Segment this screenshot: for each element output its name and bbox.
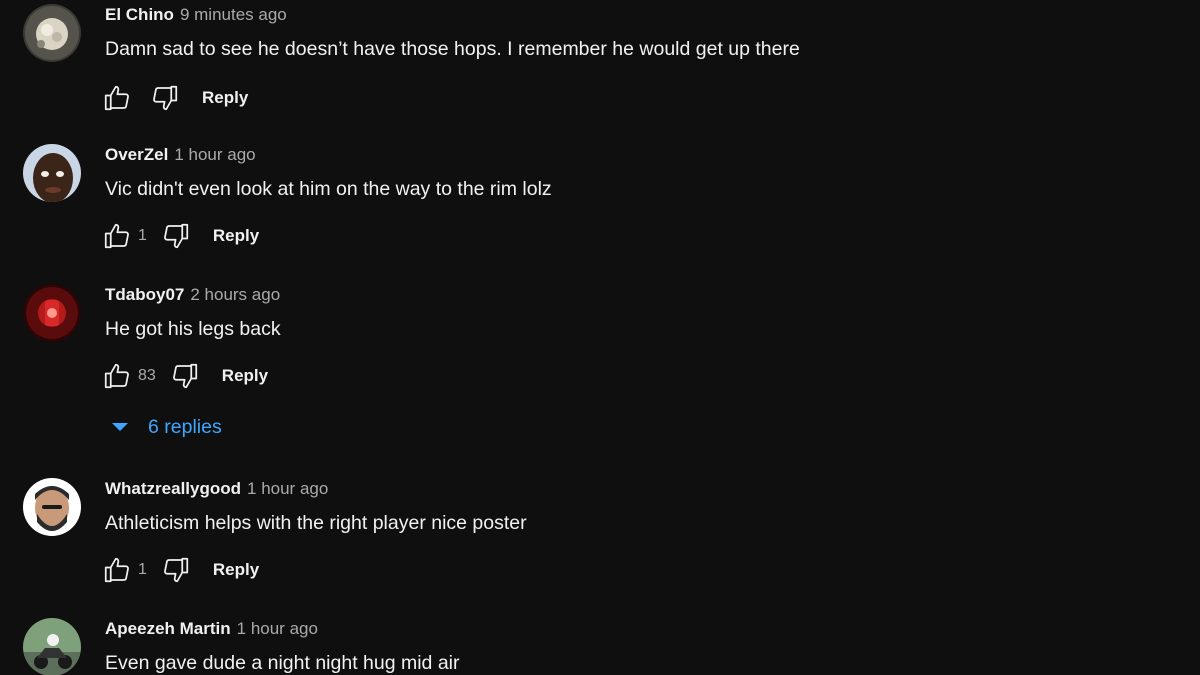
comment-author[interactable]: Apeezeh Martin <box>105 619 231 638</box>
comment-timestamp[interactable]: 1 hour ago <box>247 479 328 498</box>
thumbs-down-icon <box>172 363 197 389</box>
avatar[interactable] <box>23 618 81 675</box>
thumbs-down-icon <box>163 557 189 583</box>
comment-timestamp[interactable]: 1 hour ago <box>237 619 318 638</box>
comment-header: OverZel 1 hour ago <box>105 144 256 166</box>
caret-down-icon <box>112 423 128 431</box>
thumbs-down-icon <box>153 85 178 111</box>
comment-timestamp[interactable]: 2 hours ago <box>190 285 280 304</box>
thumbs-up-icon <box>104 223 129 249</box>
reply-button[interactable]: Reply <box>222 366 268 386</box>
comment-author[interactable]: OverZel <box>105 145 168 164</box>
thumbs-up-icon <box>104 557 129 583</box>
replies-count-label: 6 replies <box>148 415 222 438</box>
thumbs-down-icon <box>163 223 189 249</box>
like-count: 1 <box>138 561 147 578</box>
comment-text: Athleticism helps with the right player … <box>105 512 527 534</box>
like-button[interactable] <box>100 554 134 586</box>
like-button[interactable] <box>100 360 134 392</box>
view-replies-button[interactable]: 6 replies <box>112 412 222 442</box>
dislike-button[interactable] <box>159 554 193 586</box>
comment-header: Tdaboy07 2 hours ago <box>105 284 280 306</box>
like-count: 1 <box>138 227 147 244</box>
comment-actions: 1 Reply <box>100 220 259 252</box>
comment-author[interactable]: Tdaboy07 <box>105 285 184 304</box>
dislike-button[interactable] <box>168 360 202 392</box>
avatar[interactable] <box>23 4 81 62</box>
comment-text: Damn sad to see he doesn’t have those ho… <box>105 38 800 60</box>
avatar[interactable] <box>23 284 81 342</box>
dislike-button[interactable] <box>159 220 193 252</box>
reply-button[interactable]: Reply <box>213 226 259 246</box>
like-button[interactable] <box>100 82 134 114</box>
comment-text: Even gave dude a night night hug mid air <box>105 652 460 674</box>
comment-header: El Chino 9 minutes ago <box>105 4 287 26</box>
comment-actions: 83 Reply <box>100 360 268 392</box>
comment-author[interactable]: El Chino <box>105 5 174 24</box>
comments-section: El Chino 9 minutes ago Damn sad to see he… <box>0 0 1200 675</box>
comment-author[interactable]: Whatzreallygood <box>105 479 241 498</box>
avatar[interactable] <box>23 144 81 202</box>
thumbs-up-icon <box>104 85 129 111</box>
avatar[interactable] <box>23 478 81 536</box>
reply-button[interactable]: Reply <box>202 88 248 108</box>
comment-actions: 1 Reply <box>100 554 259 586</box>
comment-actions: Reply <box>100 82 248 114</box>
comment-timestamp[interactable]: 1 hour ago <box>174 145 255 164</box>
reply-button[interactable]: Reply <box>213 560 259 580</box>
thumbs-up-icon <box>104 363 129 389</box>
like-count: 83 <box>138 367 156 384</box>
comment-header: Apeezeh Martin 1 hour ago <box>105 618 318 640</box>
dislike-button[interactable] <box>148 82 182 114</box>
like-button[interactable] <box>100 220 134 252</box>
comment-text: Vic didn't even look at him on the way t… <box>105 178 552 200</box>
comment-timestamp[interactable]: 9 minutes ago <box>180 5 287 24</box>
comment-text: He got his legs back <box>105 318 281 340</box>
comment-header: Whatzreallygood 1 hour ago <box>105 478 328 500</box>
